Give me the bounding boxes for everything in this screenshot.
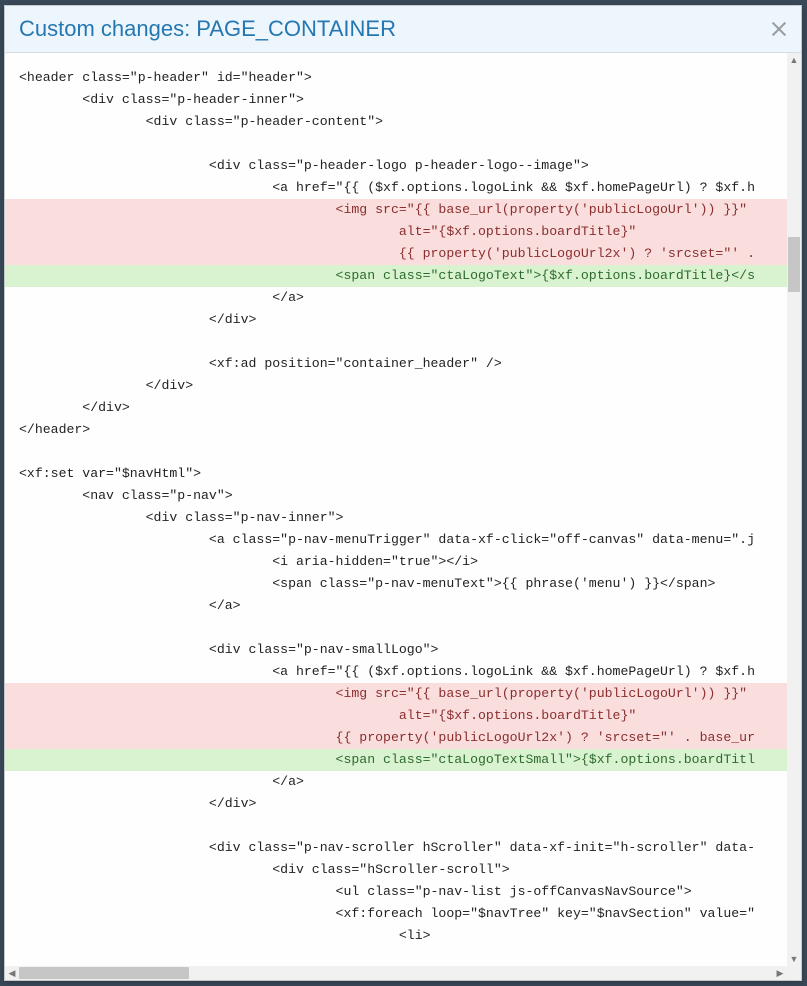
horizontal-scroll-thumb[interactable] [19, 967, 189, 979]
code-line: <div class="p-nav-smallLogo"> [5, 639, 787, 661]
diff-removed-line: alt="{$xf.options.boardTitle}" [5, 221, 787, 243]
code-line: <nav class="p-nav"> [5, 485, 787, 507]
scrollbar-corner [787, 966, 801, 980]
vertical-scroll-thumb[interactable] [788, 237, 800, 292]
code-line [5, 441, 787, 463]
code-line: <ul class="p-nav-list js-offCanvasNavSou… [5, 881, 787, 903]
code-line [5, 133, 787, 155]
code-line: <xf:set var="$navHtml"> [5, 463, 787, 485]
diff-removed-line: <img src="{{ base_url(property('publicLo… [5, 199, 787, 221]
code-line: </a> [5, 595, 787, 617]
diff-code-block: <header class="p-header" id="header"> <d… [5, 67, 787, 947]
code-line: </div> [5, 793, 787, 815]
diff-added-line: <span class="ctaLogoTextSmall">{$xf.opti… [5, 749, 787, 771]
modal-titlebar: Custom changes: PAGE_CONTAINER [5, 6, 801, 53]
scroll-up-arrow-icon[interactable]: ▲ [787, 53, 801, 67]
code-line: <span class="p-nav-menuText">{{ phrase('… [5, 573, 787, 595]
code-line: <div class="hScroller-scroll"> [5, 859, 787, 881]
modal-overlay: Custom changes: PAGE_CONTAINER <header c… [4, 5, 802, 981]
horizontal-scrollbar[interactable]: ◀ ▶ [5, 966, 787, 980]
modal-body: <header class="p-header" id="header"> <d… [5, 53, 801, 980]
code-line: <header class="p-header" id="header"> [5, 67, 787, 89]
diff-removed-line: {{ property('publicLogoUrl2x') ? 'srcset… [5, 727, 787, 749]
code-line: <div class="p-header-logo p-header-logo-… [5, 155, 787, 177]
code-line: </a> [5, 771, 787, 793]
code-line: <div class="p-nav-scroller hScroller" da… [5, 837, 787, 859]
scroll-down-arrow-icon[interactable]: ▼ [787, 952, 801, 966]
code-line: </div> [5, 309, 787, 331]
code-line [5, 815, 787, 837]
vertical-scroll-track[interactable] [787, 67, 801, 952]
scroll-left-arrow-icon[interactable]: ◀ [5, 966, 19, 980]
code-line: <div class="p-header-content"> [5, 111, 787, 133]
code-line: <a class="p-nav-menuTrigger" data-xf-cli… [5, 529, 787, 551]
code-line: </div> [5, 375, 787, 397]
code-line: <i aria-hidden="true"></i> [5, 551, 787, 573]
code-line: </header> [5, 419, 787, 441]
vertical-scrollbar[interactable]: ▲ ▼ [787, 53, 801, 966]
diff-removed-line: <img src="{{ base_url(property('publicLo… [5, 683, 787, 705]
close-icon[interactable] [771, 21, 787, 37]
code-line: <div class="p-header-inner"> [5, 89, 787, 111]
diff-added-line: <span class="ctaLogoText">{$xf.options.b… [5, 265, 787, 287]
diff-removed-line: {{ property('publicLogoUrl2x') ? 'srcset… [5, 243, 787, 265]
code-line [5, 617, 787, 639]
scroll-right-arrow-icon[interactable]: ▶ [773, 966, 787, 980]
modal-title: Custom changes: PAGE_CONTAINER [19, 16, 771, 42]
code-line: <a href="{{ ($xf.options.logoLink && $xf… [5, 177, 787, 199]
diff-removed-line: alt="{$xf.options.boardTitle}" [5, 705, 787, 727]
code-line: <xf:foreach loop="$navTree" key="$navSec… [5, 903, 787, 925]
code-line: <a href="{{ ($xf.options.logoLink && $xf… [5, 661, 787, 683]
code-line [5, 331, 787, 353]
code-line: </div> [5, 397, 787, 419]
code-line: <li> [5, 925, 787, 947]
horizontal-scroll-track[interactable] [19, 966, 773, 980]
code-line: </a> [5, 287, 787, 309]
code-line: <xf:ad position="container_header" /> [5, 353, 787, 375]
code-viewport: <header class="p-header" id="header"> <d… [5, 53, 787, 966]
code-line: <div class="p-nav-inner"> [5, 507, 787, 529]
